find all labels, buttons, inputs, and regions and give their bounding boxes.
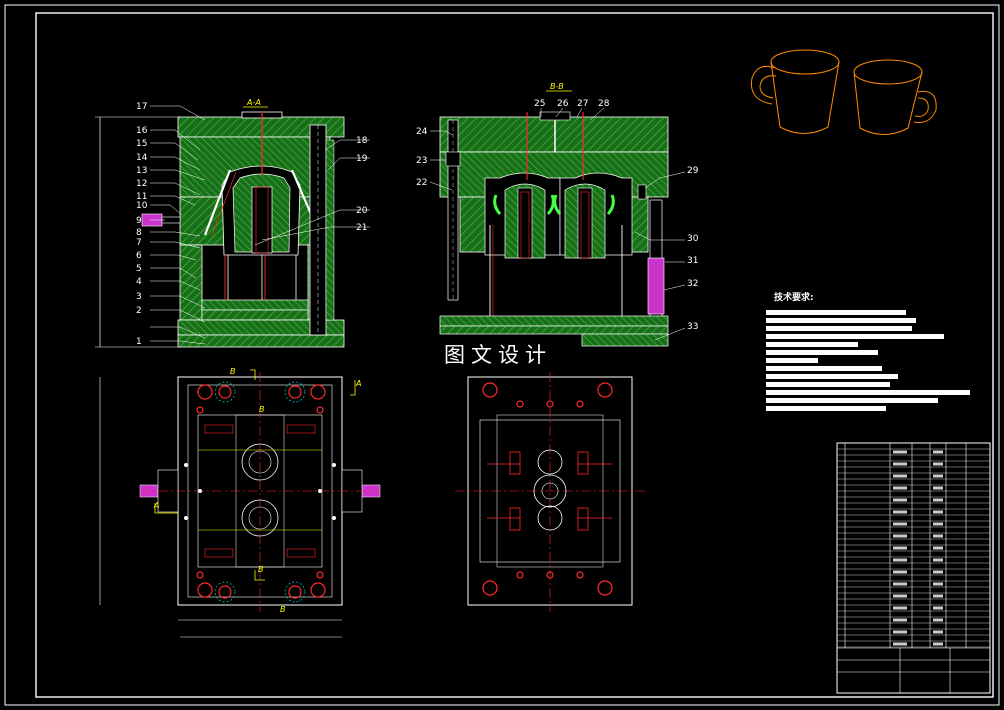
title-block-bom: [836, 442, 991, 694]
part-number: 17: [136, 102, 147, 112]
part-number: 30: [687, 234, 699, 244]
section-mark: A: [355, 379, 361, 388]
tech-req-title: 技术要求:: [774, 291, 814, 303]
part-number: 29: [687, 166, 699, 176]
watermark-text: 图文设计: [444, 343, 552, 367]
part-number: 22: [416, 178, 427, 188]
technical-requirements: 技术要求:: [766, 291, 970, 411]
part-number: 21: [356, 223, 367, 233]
side-section-label: B-B: [550, 82, 564, 91]
part-number: 14: [136, 153, 148, 163]
part-number: 3: [136, 292, 142, 302]
part-number: 15: [136, 139, 147, 149]
part-number: 6: [136, 251, 142, 261]
plan-view-fixed-half: [455, 372, 645, 612]
section-mark: B: [280, 605, 286, 614]
part-number: 5: [136, 264, 142, 274]
part-number: 24: [416, 127, 428, 137]
cad-drawing-sheet: A-A 17 16 15 14 13 12 11 10 9 8 7 6 5 4 …: [4, 4, 1000, 706]
part-number: 19: [356, 154, 368, 164]
part-number: 23: [416, 156, 427, 166]
part-number: 2: [136, 306, 142, 316]
part-number: 31: [687, 256, 698, 266]
part-number: 8: [136, 228, 142, 238]
part-number: 10: [136, 201, 148, 211]
part-number: 7: [136, 238, 142, 248]
part-number: 26: [557, 99, 569, 109]
section-mark: B: [230, 367, 236, 376]
part-number: 12: [136, 179, 147, 189]
part-number: 27: [577, 99, 588, 109]
part-number: 33: [687, 322, 698, 332]
part-number: 13: [136, 166, 147, 176]
section-mark: B: [258, 565, 264, 574]
section-mark: B: [259, 405, 265, 414]
front-section-label: A-A: [246, 98, 261, 107]
section-mark: A: [153, 501, 159, 510]
part-number: 20: [356, 206, 368, 216]
front-section-view: A-A 17 16 15 14 13 12 11 10 9 8 7 6 5 4 …: [95, 98, 370, 348]
product-cup-illustrations: [750, 49, 937, 135]
part-number: 4: [136, 277, 142, 287]
part-number: 28: [598, 99, 610, 109]
part-number: 1: [136, 337, 142, 347]
part-number: 16: [136, 126, 148, 136]
plan-view-moving-half: B B A A B B: [99, 367, 381, 638]
part-number: 9: [136, 216, 142, 226]
part-number: 25: [534, 99, 545, 109]
side-section-view: B-B 25 26 27 28 24 23 22 29 30 31 32 33: [416, 82, 699, 347]
part-number: 32: [687, 279, 698, 289]
part-number: 18: [356, 136, 368, 146]
